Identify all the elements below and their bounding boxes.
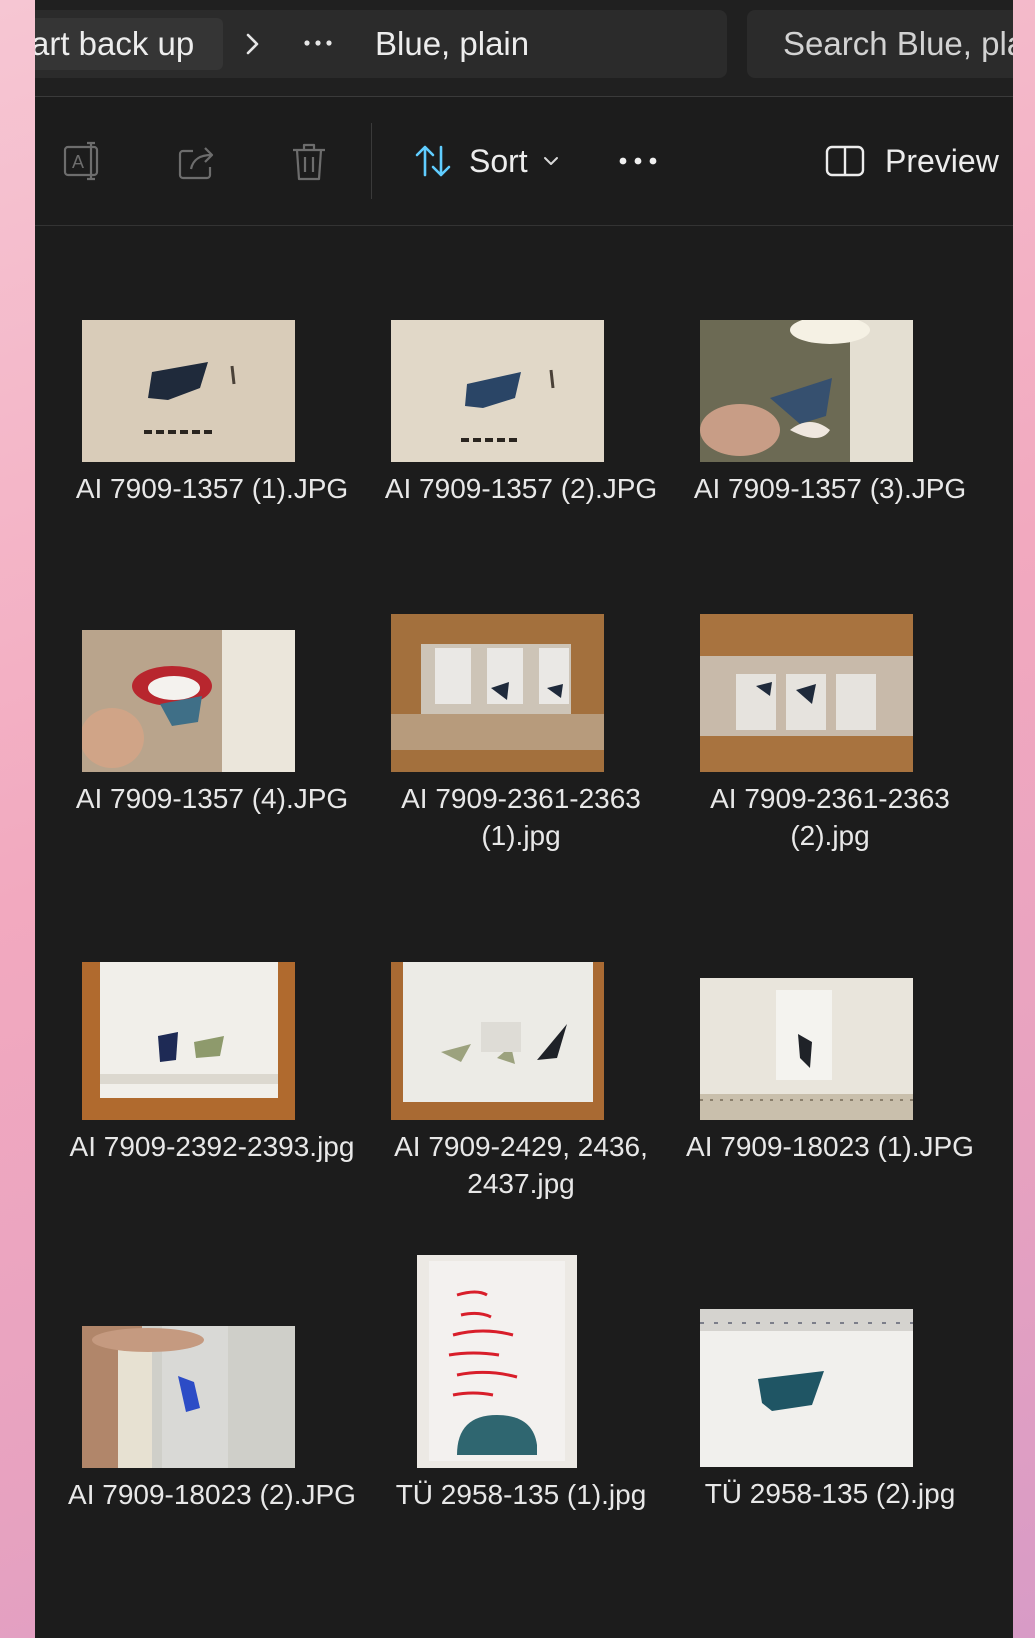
file-name: TÜ 2958-135 (2).jpg xyxy=(704,1478,956,1509)
trash-icon[interactable] xyxy=(285,137,333,185)
breadcrumb-overflow-button[interactable] xyxy=(301,10,335,78)
breadcrumb-segment-art-back-up[interactable]: art back up xyxy=(35,18,223,70)
preview-pane-button[interactable]: Preview xyxy=(823,131,999,191)
file-thumbnail xyxy=(391,614,604,772)
file-name: AI 7909-18023 (1).JPG xyxy=(686,1131,974,1162)
file-thumbnail xyxy=(700,320,913,462)
file-name: AI 7909-2361-2363 (2).jpg xyxy=(710,783,950,851)
file-name: AI 7909-2429, 2436, 2437.jpg xyxy=(394,1131,648,1199)
file-name: AI 7909-2392-2393.jpg xyxy=(69,1131,355,1162)
breadcrumb[interactable]: art back up Blue, plain xyxy=(35,10,727,78)
breadcrumb-segment-label: art back up xyxy=(35,25,195,62)
file-name: AI 7909-18023 (2).JPG xyxy=(68,1479,356,1510)
address-bar-area: art back up Blue, plain xyxy=(35,0,1013,96)
file-name: TÜ 2958-135 (1).jpg xyxy=(395,1479,647,1510)
file-item[interactable]: AI 7909-2361-2363 (2).jpg xyxy=(700,614,960,904)
breadcrumb-segment-current[interactable]: Blue, plain xyxy=(375,10,529,78)
file-name: AI 7909-1357 (3).JPG xyxy=(693,473,967,504)
file-thumbnail xyxy=(391,320,604,462)
file-thumbnail xyxy=(82,1326,295,1468)
more-dots-icon xyxy=(619,157,657,165)
file-thumbnail xyxy=(391,962,604,1120)
file-thumbnail xyxy=(700,614,913,772)
file-thumbnail xyxy=(82,320,295,462)
toolbar-divider xyxy=(371,123,372,199)
file-name: AI 7909-1357 (2).JPG xyxy=(384,473,658,504)
ellipsis-icon xyxy=(304,40,332,46)
file-item[interactable]: AI 7909-1357 (2).JPG xyxy=(385,320,657,560)
share-icon[interactable] xyxy=(173,137,221,185)
file-item[interactable]: TÜ 2958-135 (2).jpg xyxy=(700,1309,960,1575)
svg-text:A: A xyxy=(72,152,84,172)
file-thumbnail xyxy=(82,630,295,772)
sort-label: Sort xyxy=(469,142,528,179)
sort-arrows-icon xyxy=(415,145,451,177)
file-item[interactable]: AI 7909-1357 (3).JPG xyxy=(694,320,966,560)
file-item[interactable]: AI 7909-18023 (1).JPG xyxy=(686,978,974,1212)
preview-pane-icon xyxy=(825,145,865,177)
file-item[interactable]: AI 7909-2429, 2436, 2437.jpg xyxy=(391,962,651,1212)
file-thumbnail xyxy=(417,1255,577,1468)
command-bar: A Sort Preview xyxy=(35,97,1013,225)
file-item[interactable]: AI 7909-1357 (1).JPG xyxy=(76,320,348,560)
file-explorer-window: art back up Blue, plain A xyxy=(35,0,1013,1638)
file-item[interactable]: AI 7909-2361-2363 (1).jpg xyxy=(391,614,651,904)
preview-label: Preview xyxy=(885,142,999,179)
file-item[interactable]: AI 7909-1357 (4).JPG xyxy=(76,630,348,890)
file-name: AI 7909-2361-2363 (1).jpg xyxy=(401,783,641,851)
more-options-button[interactable] xyxy=(613,131,663,191)
rename-icon[interactable]: A xyxy=(59,137,107,185)
file-thumbnail xyxy=(700,1309,913,1467)
breadcrumb-separator-icon xyxy=(243,10,263,78)
search-box[interactable] xyxy=(747,10,1013,78)
search-input[interactable] xyxy=(783,10,1013,78)
file-item[interactable]: AI 7909-18023 (2).JPG xyxy=(68,1326,356,1576)
file-thumbnail xyxy=(82,962,295,1120)
file-name: AI 7909-1357 (4).JPG xyxy=(75,783,349,814)
sort-button[interactable]: Sort xyxy=(411,131,560,191)
file-item[interactable]: TÜ 2958-135 (1).jpg xyxy=(391,1255,651,1575)
chevron-down-icon xyxy=(543,157,558,165)
file-grid: AI 7909-1357 (1).JPG AI 7909-1357 (2).JP… xyxy=(35,226,1013,1638)
file-name: AI 7909-1357 (1).JPG xyxy=(75,473,349,504)
file-thumbnail xyxy=(700,978,913,1120)
file-item[interactable]: AI 7909-2392-2393.jpg xyxy=(70,962,354,1252)
